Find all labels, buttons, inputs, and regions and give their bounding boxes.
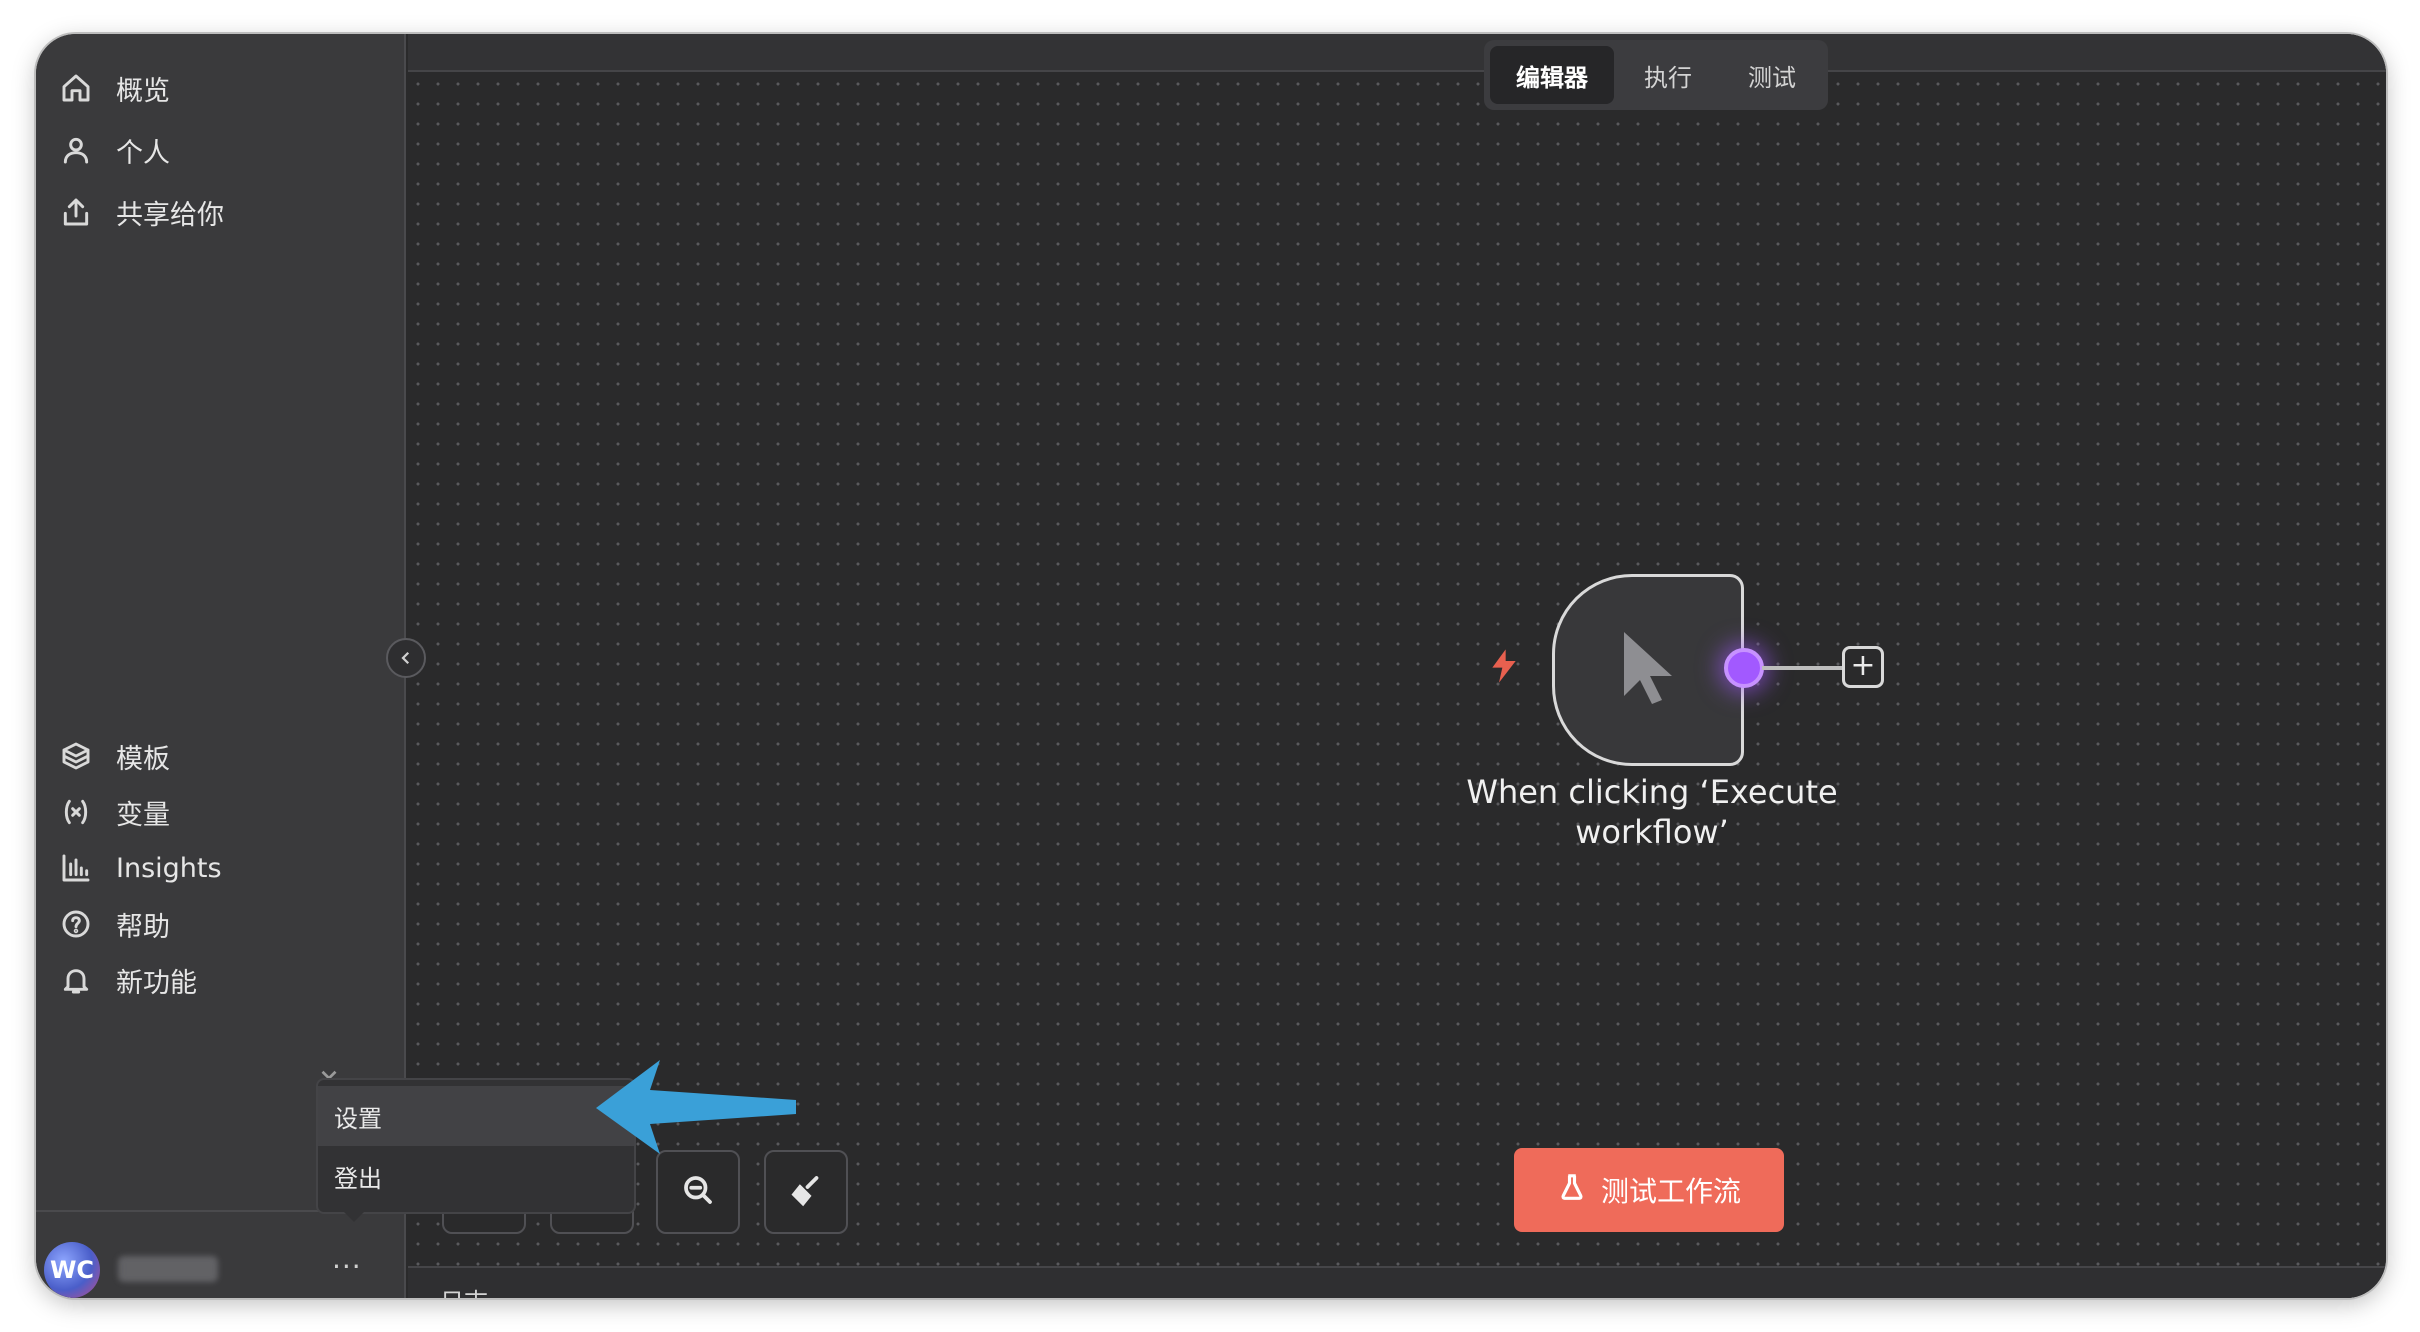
flask-icon bbox=[1557, 1172, 1587, 1209]
node-label-line2: workflow’ bbox=[1575, 813, 1729, 851]
home-icon bbox=[58, 70, 94, 106]
sidebar-item-label: 变量 bbox=[116, 799, 170, 831]
test-workflow-button[interactable]: 测试工作流 bbox=[1514, 1148, 1784, 1232]
cursor-icon bbox=[1600, 620, 1696, 720]
tidy-up-button[interactable] bbox=[764, 1150, 848, 1234]
sidebar-item-personal[interactable]: 个人 bbox=[58, 120, 378, 180]
avatar[interactable]: WC bbox=[44, 1242, 100, 1298]
sidebar-item-label: 概览 bbox=[116, 75, 170, 107]
collapse-sidebar-button[interactable] bbox=[386, 638, 426, 678]
zoom-out-button[interactable] bbox=[656, 1150, 740, 1234]
share-icon bbox=[58, 194, 94, 230]
trigger-bolt-icon bbox=[1484, 646, 1524, 686]
tab-executions[interactable]: 执行 bbox=[1618, 46, 1718, 104]
menu-item-settings[interactable]: 设置 bbox=[318, 1086, 634, 1146]
sidebar-item-label: Insights bbox=[116, 852, 222, 884]
view-tabs: 编辑器 执行 测试 bbox=[1484, 40, 1828, 110]
menu-item-logout[interactable]: 登出 bbox=[318, 1146, 634, 1206]
variable-icon bbox=[58, 794, 94, 830]
sidebar-item-label: 新功能 bbox=[116, 967, 197, 999]
log-panel-bar[interactable] bbox=[408, 1266, 2386, 1298]
node-label: When clicking ‘Execute workflow’ bbox=[1432, 772, 1872, 852]
sidebar-item-insights[interactable]: Insights bbox=[58, 838, 378, 898]
node-output-connector[interactable] bbox=[1724, 648, 1764, 688]
bell-icon bbox=[58, 962, 94, 998]
box-icon bbox=[58, 738, 94, 774]
sidebar-item-label: 帮助 bbox=[116, 911, 170, 943]
add-node-button[interactable]: + bbox=[1842, 646, 1884, 688]
log-label: 日志 bbox=[440, 1282, 488, 1298]
sidebar-item-help[interactable]: 帮助 bbox=[58, 894, 378, 954]
sidebar-item-label: 模板 bbox=[116, 743, 170, 775]
sidebar-item-label: 共享给你 bbox=[116, 199, 224, 231]
broom-icon bbox=[788, 1172, 824, 1212]
sidebar-item-templates[interactable]: 模板 bbox=[58, 726, 378, 786]
more-options-icon[interactable]: ··· bbox=[332, 1250, 362, 1283]
sidebar-item-shared[interactable]: 共享给你 bbox=[58, 182, 378, 242]
sidebar-item-variables[interactable]: 变量 bbox=[58, 782, 378, 842]
sidebar-item-label: 个人 bbox=[116, 137, 170, 169]
user-menu-popup: 设置 登出 bbox=[316, 1078, 636, 1214]
sidebar-item-whats-new[interactable]: 新功能 bbox=[58, 950, 378, 1010]
annotation-arrow-icon bbox=[596, 1060, 796, 1154]
tab-editor[interactable]: 编辑器 bbox=[1490, 46, 1614, 104]
help-icon bbox=[58, 906, 94, 942]
tab-tests[interactable]: 测试 bbox=[1722, 46, 1822, 104]
username-blurred bbox=[118, 1256, 218, 1282]
bar-chart-icon bbox=[58, 850, 94, 886]
sidebar-item-overview[interactable]: 概览 bbox=[58, 58, 378, 118]
canvas-header-bar bbox=[408, 34, 2386, 72]
node-label-line1: When clicking ‘Execute bbox=[1466, 773, 1838, 811]
user-icon bbox=[58, 132, 94, 168]
connector-line bbox=[1762, 666, 1842, 670]
app-window: 概览 个人 共享给你 模板 变量 Insights 帮助 新功能 WC ··· … bbox=[36, 34, 2386, 1298]
zoom-out-icon bbox=[680, 1172, 716, 1212]
manual-trigger-node[interactable] bbox=[1552, 574, 1744, 766]
test-workflow-label: 测试工作流 bbox=[1600, 1175, 1741, 1208]
popup-caret bbox=[340, 1208, 368, 1222]
